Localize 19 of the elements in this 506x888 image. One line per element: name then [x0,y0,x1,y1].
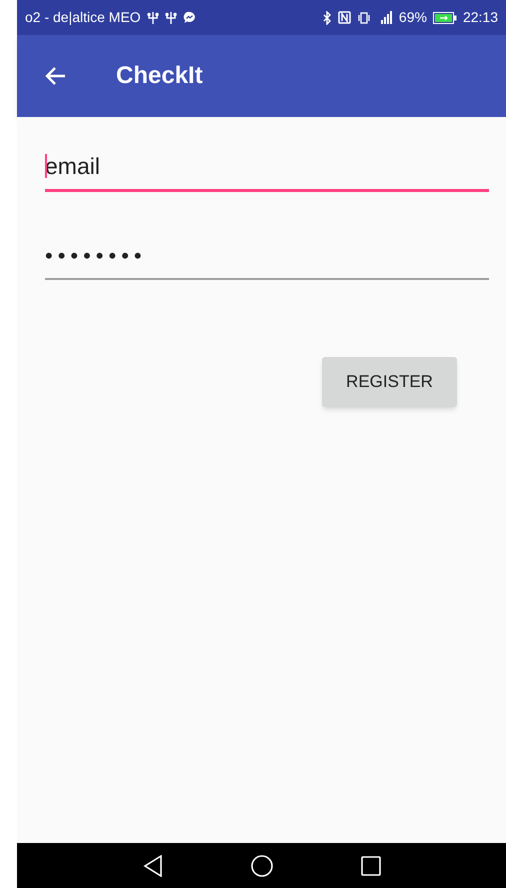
vibrate-icon [356,12,371,24]
overview-square-icon[interactable] [360,856,380,876]
text-cursor [45,154,47,178]
usb-icon [164,10,177,24]
email-field[interactable]: email [45,144,489,192]
chat-bubble-icon [182,11,196,24]
clock-text: 22:13 [462,8,498,27]
app-title: CheckIt [116,61,203,91]
usb-icon [146,10,159,24]
back-triangle-icon[interactable] [142,854,162,876]
bluetooth-icon [322,10,332,24]
carrier-text: o2 - de|altice MEO [25,8,141,27]
back-arrow-icon [44,66,66,86]
password-field[interactable]: •••••••• [45,232,489,280]
battery-percent-text: 69% [398,8,427,27]
home-circle-icon[interactable] [250,854,272,876]
battery-charging-icon [432,12,457,24]
register-button[interactable]: REGISTER [322,357,457,407]
nfc-icon [338,11,351,24]
